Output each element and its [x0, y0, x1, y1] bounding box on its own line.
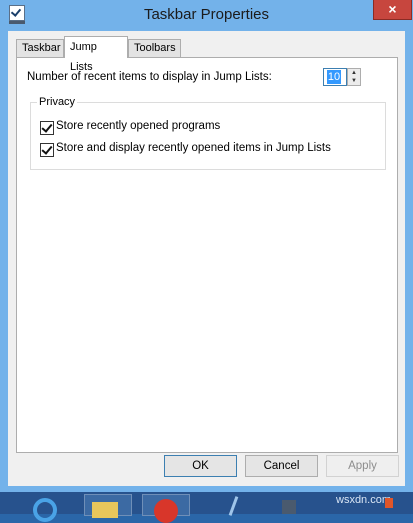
tab-jump-lists[interactable]: Jump Lists [64, 36, 128, 73]
watermark: wsxdn.com [336, 494, 392, 506]
recent-items-spinner: ▲ ▼ [347, 68, 361, 86]
recent-items-input[interactable]: 10 [323, 68, 347, 86]
privacy-group: Privacy Store recently opened programs S… [30, 96, 386, 170]
tab-taskbar[interactable]: Taskbar [16, 39, 64, 57]
windows-icon [282, 500, 296, 514]
ok-button[interactable]: OK [164, 455, 237, 477]
window-title: Taskbar Properties [143, 6, 270, 23]
privacy-legend: Privacy [37, 96, 78, 108]
title-bar[interactable]: Taskbar Properties × [0, 0, 413, 30]
tray-icon[interactable] [385, 498, 393, 508]
opera-button[interactable] [142, 494, 190, 523]
store-programs-label[interactable]: Store recently opened programs [56, 120, 220, 132]
close-button[interactable]: × [373, 0, 412, 20]
spin-up-button[interactable]: ▲ [348, 69, 360, 77]
file-explorer-icon [92, 502, 118, 518]
recent-items-label: Number of recent items to display in Jum… [27, 71, 272, 83]
opera-icon [154, 499, 178, 523]
spin-down-button[interactable]: ▼ [348, 77, 360, 85]
store-items-label[interactable]: Store and display recently opened items … [56, 142, 331, 154]
pen-icon [228, 496, 239, 516]
checkmark-icon[interactable] [40, 143, 54, 157]
checkmark-icon[interactable] [40, 121, 54, 135]
taskbar-properties-window: Taskbar Properties × Taskbar Jump Lists … [0, 0, 413, 492]
jump-lists-panel: Number of recent items to display in Jum… [16, 57, 398, 453]
internet-explorer-icon [33, 498, 57, 522]
recent-items-value: 10 [327, 70, 341, 84]
windows-app-button[interactable] [264, 494, 312, 516]
file-explorer-button[interactable] [84, 494, 132, 518]
pen-app-button[interactable] [210, 494, 258, 516]
apply-button[interactable]: Apply [326, 455, 399, 477]
tab-toolbars[interactable]: Toolbars [128, 39, 181, 57]
cancel-button[interactable]: Cancel [245, 455, 318, 477]
dialog-client-area: Taskbar Jump Lists Toolbars Number of re… [8, 31, 405, 486]
internet-explorer-button[interactable] [22, 494, 70, 522]
